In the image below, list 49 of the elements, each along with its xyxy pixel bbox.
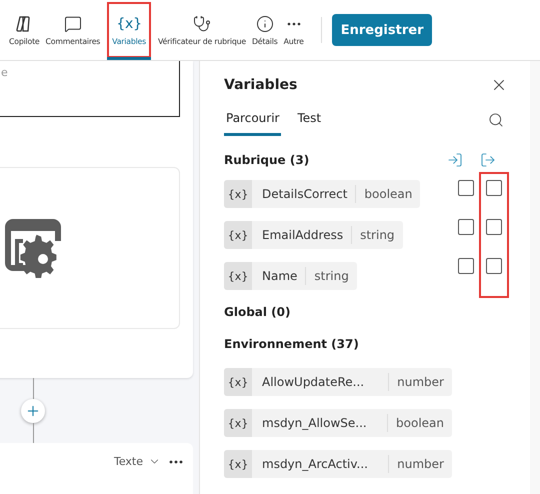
variable-icon: {x}	[224, 180, 252, 208]
variable-chip[interactable]: {x} msdyn_AllowSe... boolean	[224, 409, 452, 437]
variable-name: AllowUpdateRe...	[261, 375, 366, 389]
section-heading: Rubrique (3)	[224, 153, 310, 167]
output-checkbox[interactable]	[486, 180, 502, 196]
panel-tab[interactable]: Test	[295, 111, 324, 136]
field-placeholder: e	[1, 66, 8, 79]
search-icon	[488, 112, 504, 128]
panel-tab[interactable]: Parcourir	[224, 111, 282, 136]
variable-chip[interactable]: {x} Name string	[224, 262, 357, 290]
save-button[interactable]: Enregistrer	[332, 14, 432, 46]
variable-type: number	[388, 455, 452, 473]
input-icon	[447, 152, 463, 168]
variable-type: string	[351, 226, 403, 244]
variable-icon: {x}	[224, 450, 252, 478]
variable-icon: {x}	[116, 14, 142, 32]
comment-icon	[64, 14, 82, 32]
variable-name: Name	[261, 269, 298, 283]
variable-name: msdyn_AllowSe...	[261, 416, 368, 430]
output-checkbox[interactable]	[486, 258, 502, 274]
variable-chip[interactable]: {x} DetailsCorrect boolean	[224, 180, 420, 208]
variable-type: number	[388, 373, 452, 391]
more-icon	[169, 460, 183, 464]
section-heading: Global (0)	[224, 305, 291, 319]
variable-name: DetailsCorrect	[261, 187, 348, 201]
output-checkbox[interactable]	[486, 219, 502, 235]
variable-icon: {x}	[224, 368, 252, 396]
stethoscope-icon	[192, 14, 211, 32]
variable-type: string	[305, 267, 357, 285]
panel-title: Variables	[224, 77, 298, 93]
variable-type: boolean	[355, 185, 420, 203]
section-heading: Environnement (37)	[224, 337, 359, 351]
more-icon	[286, 22, 301, 26]
info-icon	[256, 14, 274, 32]
variable-name: msdyn_ArcActiv...	[261, 457, 369, 471]
message-type-dropdown[interactable]: Texte	[114, 455, 161, 468]
variable-chip[interactable]: {x} EmailAddress string	[224, 221, 403, 249]
input-checkbox[interactable]	[458, 219, 474, 235]
variable-type: boolean	[387, 414, 452, 432]
output-icon	[480, 152, 496, 168]
variable-chip[interactable]: {x} AllowUpdateRe... number	[224, 368, 452, 396]
variable-chip[interactable]: {x} msdyn_ArcActiv... number	[224, 450, 452, 478]
input-checkbox[interactable]	[458, 258, 474, 274]
variable-name: EmailAddress	[261, 228, 344, 242]
variable-icon: {x}	[224, 409, 252, 437]
variable-icon: {x}	[224, 262, 252, 290]
input-checkbox[interactable]	[458, 180, 474, 196]
variable-icon: {x}	[224, 221, 252, 249]
add-node-button[interactable]	[21, 398, 45, 422]
